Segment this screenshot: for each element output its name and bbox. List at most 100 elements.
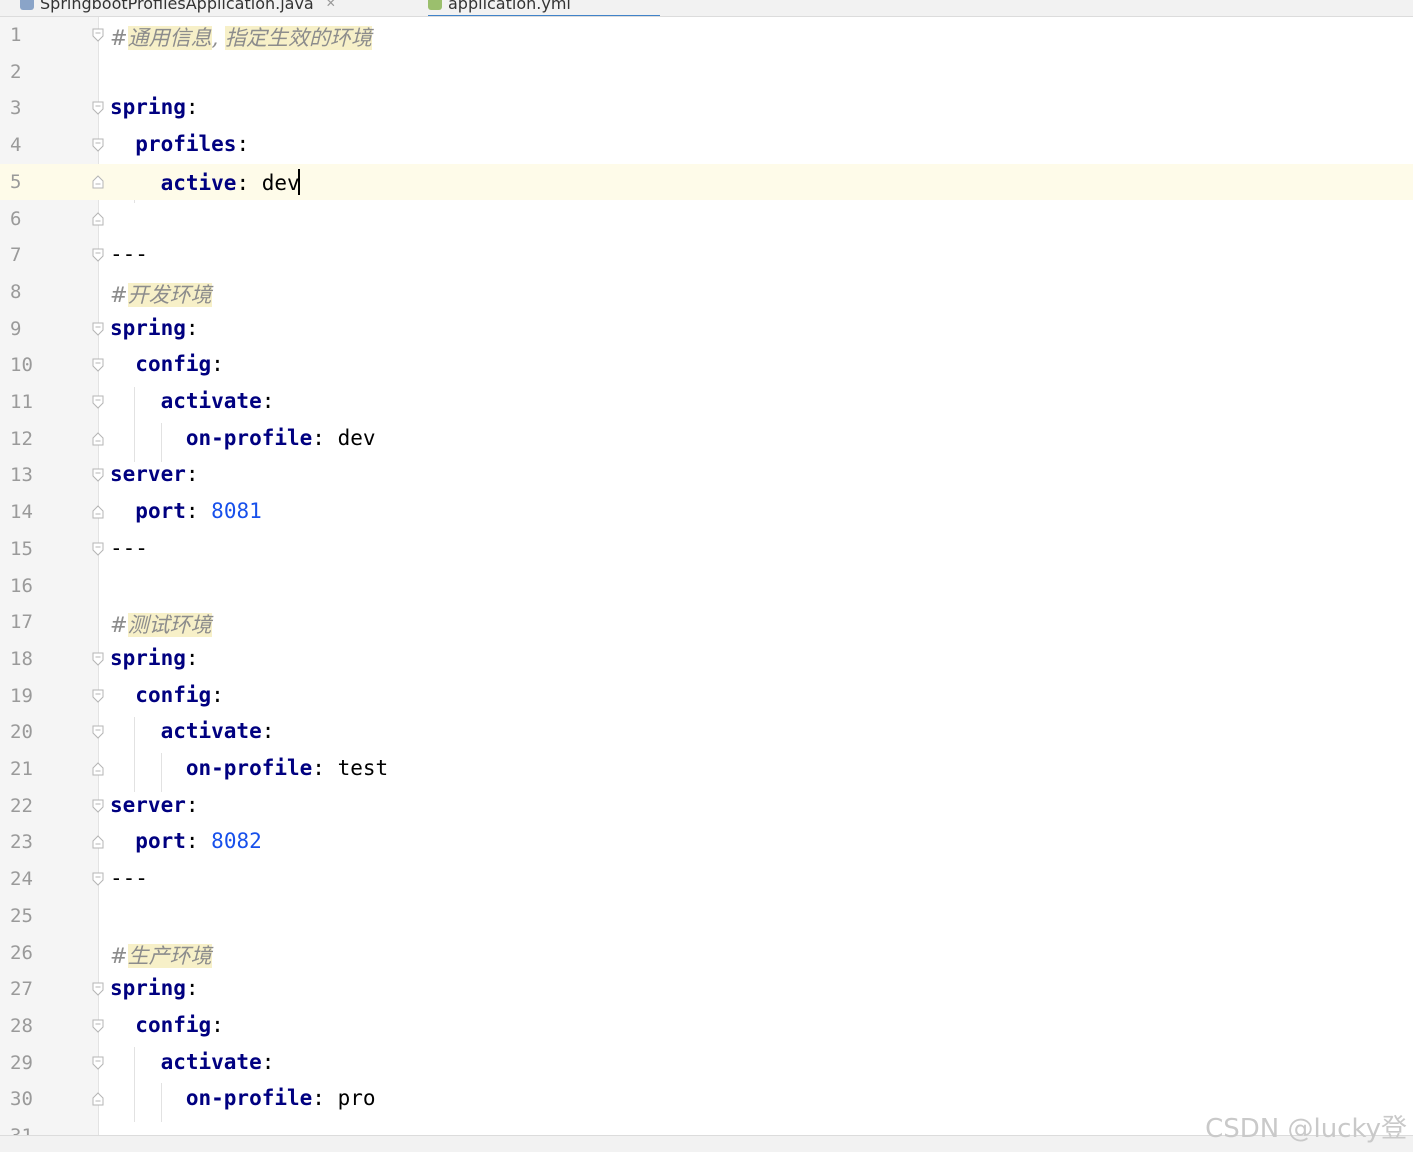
- code-line[interactable]: 7 ---: [0, 237, 1413, 274]
- tab-springboot-profiles-application[interactable]: SpringbootProfilesApplication.java ✕: [20, 0, 336, 15]
- fold-open-icon[interactable]: [92, 982, 104, 996]
- watermark: CSDN @lucky登: [1205, 1114, 1407, 1144]
- code-line[interactable]: 11 activate:: [0, 384, 1413, 421]
- code-line[interactable]: 17 #测试环境: [0, 604, 1413, 641]
- fold-open-icon[interactable]: [92, 652, 104, 666]
- yaml-number-value: 8082: [211, 829, 262, 854]
- code-token: ---: [110, 866, 148, 891]
- code-text: ---: [110, 866, 148, 890]
- code-editor[interactable]: 1 #通用信息, 指定生效的环境 2 3 spring: 4 profiles: 5 act…: [0, 17, 1413, 1147]
- fold-open-icon[interactable]: [92, 248, 104, 262]
- editor-tab-bar: SpringbootProfilesApplication.java ✕ app…: [0, 0, 1413, 17]
- fold-open-icon[interactable]: [92, 395, 104, 409]
- code-line[interactable]: 25: [0, 898, 1413, 935]
- fold-open-icon[interactable]: [92, 689, 104, 703]
- line-number: 7: [10, 244, 22, 267]
- code-token: :: [261, 719, 275, 744]
- yaml-comment: 开发环境: [127, 282, 212, 307]
- line-number: 25: [10, 904, 33, 927]
- fold-end-icon[interactable]: [92, 762, 104, 776]
- code-text: #测试环境: [110, 609, 212, 639]
- code-line[interactable]: 26 #生产环境: [0, 935, 1413, 972]
- code-line[interactable]: 12 on-profile: dev: [0, 421, 1413, 458]
- code-line[interactable]: 10 config:: [0, 347, 1413, 384]
- code-line[interactable]: 29 activate:: [0, 1045, 1413, 1082]
- line-number: 5: [10, 170, 22, 193]
- fold-open-icon[interactable]: [92, 725, 104, 740]
- code-line[interactable]: 18 spring:: [0, 641, 1413, 678]
- code-text: server:: [110, 462, 199, 486]
- code-line[interactable]: 8 #开发环境: [0, 274, 1413, 311]
- fold-open-icon[interactable]: [92, 468, 104, 483]
- fold-end-icon[interactable]: [92, 431, 104, 446]
- fold-open-icon[interactable]: [92, 799, 104, 813]
- code-line[interactable]: 4 profiles:: [0, 127, 1413, 164]
- code-line[interactable]: 23 port: 8082: [0, 824, 1413, 861]
- code-line[interactable]: 27 spring:: [0, 971, 1413, 1008]
- yaml-key: activate: [160, 1049, 262, 1074]
- code-line[interactable]: 30 on-profile: pro: [0, 1081, 1413, 1118]
- yaml-comment: 生产环境: [127, 943, 212, 968]
- line-number: 28: [10, 1014, 33, 1037]
- fold-end-icon[interactable]: [92, 211, 104, 226]
- fold-open-icon[interactable]: [92, 138, 104, 152]
- line-number: 21: [10, 758, 33, 780]
- code-text: on-profile: test: [110, 756, 388, 780]
- yaml-string-value: pro: [337, 1086, 376, 1111]
- code-line[interactable]: 2: [0, 54, 1413, 91]
- code-token: :: [185, 95, 199, 120]
- fold-end-icon[interactable]: [92, 505, 104, 519]
- fold-open-icon[interactable]: [92, 358, 104, 373]
- line-number: 2: [10, 60, 22, 83]
- code-line[interactable]: 6: [0, 201, 1413, 238]
- code-line[interactable]: 24 ---: [0, 861, 1413, 898]
- tab-application-yml[interactable]: application.yml: [428, 0, 660, 16]
- fold-open-icon[interactable]: [92, 28, 104, 42]
- code-line[interactable]: 28 config:: [0, 1008, 1413, 1045]
- yaml-string-value: dev: [337, 425, 376, 450]
- code-token: ---: [110, 242, 148, 267]
- code-line[interactable]: 22 server:: [0, 788, 1413, 825]
- fold-open-icon[interactable]: [92, 872, 104, 886]
- code-line[interactable]: 3 spring:: [0, 90, 1413, 127]
- code-line[interactable]: 13 server:: [0, 457, 1413, 494]
- yaml-key: config: [135, 1012, 212, 1037]
- code-line[interactable]: 1 #通用信息, 指定生效的环境: [0, 17, 1413, 54]
- fold-open-icon[interactable]: [92, 1019, 104, 1033]
- fold-open-icon[interactable]: [92, 1056, 104, 1070]
- yaml-key: active: [160, 170, 237, 195]
- fold-end-icon[interactable]: [92, 1092, 104, 1106]
- yaml-key: spring: [110, 976, 186, 1001]
- code-line[interactable]: 15 ---: [0, 531, 1413, 568]
- tab-label: application.yml: [448, 0, 571, 13]
- code-text: server:: [110, 793, 199, 817]
- yaml-key: on-profile: [185, 1086, 313, 1111]
- line-number: 18: [10, 647, 33, 670]
- fold-open-icon[interactable]: [92, 322, 104, 336]
- code-token: :: [211, 682, 224, 707]
- code-text: ---: [110, 536, 148, 560]
- code-line[interactable]: 5 active: dev: [0, 163, 1413, 201]
- code-token: :: [211, 1012, 224, 1037]
- fold-end-icon[interactable]: [92, 175, 104, 189]
- line-number: 12: [10, 427, 33, 450]
- close-icon[interactable]: ✕: [326, 0, 336, 10]
- code-text: on-profile: pro: [110, 1086, 376, 1110]
- yaml-string-value: dev: [261, 170, 300, 195]
- fold-end-icon[interactable]: [92, 835, 104, 849]
- code-token: :: [312, 425, 338, 450]
- code-line[interactable]: 14 port: 8081: [0, 494, 1413, 531]
- code-line[interactable]: 16: [0, 568, 1413, 605]
- fold-open-icon[interactable]: [92, 542, 104, 556]
- code-line[interactable]: 19 config:: [0, 678, 1413, 715]
- code-line[interactable]: 21 on-profile: test: [0, 751, 1413, 788]
- code-token: ---: [110, 535, 148, 560]
- code-line[interactable]: 20 activate:: [0, 714, 1413, 751]
- fold-open-icon[interactable]: [92, 101, 104, 116]
- code-line[interactable]: 9 spring:: [0, 311, 1413, 348]
